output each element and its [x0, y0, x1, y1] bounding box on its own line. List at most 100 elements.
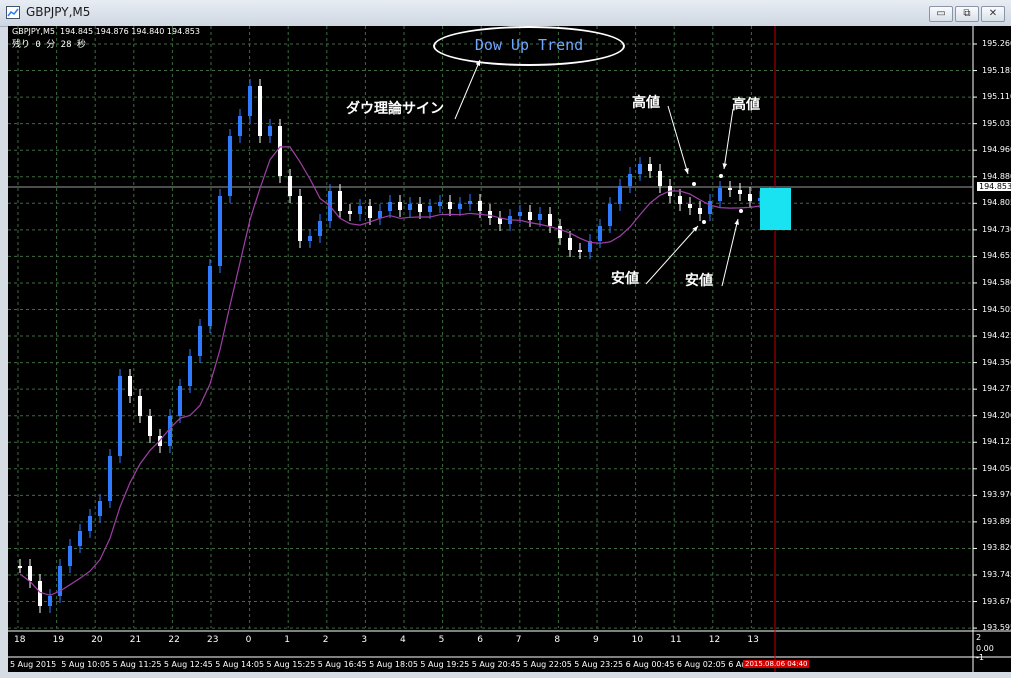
hour-label: 2 [322, 635, 329, 645]
candle-body [648, 164, 652, 171]
hour-label: 4 [400, 635, 406, 645]
swing-high-dot-2 [719, 174, 723, 178]
candle-body [278, 126, 282, 176]
price-axis-label: 195.035 [982, 118, 1011, 128]
candle-body [428, 206, 432, 212]
time-axis-label: 5 Aug 14:05 [215, 660, 265, 669]
price-axis-label: 194.425 [982, 331, 1011, 341]
candle-body [488, 211, 492, 218]
candle-body [98, 501, 102, 516]
candle-body [578, 250, 582, 252]
chart-window: GBPJPY,M5 ▭ ⧉ ✕ GBPJPY,M5 194.845 194.87… [0, 0, 1011, 678]
time-axis-label: 5 Aug 19:25 [420, 660, 470, 669]
swing-high-dot-1 [692, 182, 696, 186]
swing-high-label-1: 高値 [632, 95, 660, 111]
candle-body [498, 218, 502, 224]
time-axis-label: 5 Aug 10:05 [61, 660, 111, 669]
price-axis-label: 194.275 [982, 384, 1011, 394]
minimize-button[interactable]: ▭ [929, 6, 953, 22]
candle-body [308, 236, 312, 241]
price-axis-label: 194.730 [982, 224, 1011, 234]
candle-body [148, 416, 152, 436]
swing-high-label-2: 高値 [732, 97, 760, 113]
candle-body [298, 196, 302, 241]
high-2-arrow [723, 108, 734, 170]
current-price-tag: 194.853 [977, 182, 1011, 191]
candle-body [168, 416, 172, 446]
hour-label: 21 [129, 635, 142, 645]
candle-body [528, 212, 532, 220]
price-chart[interactable]: GBPJPY,M5 194.845 194.876 194.840 194.85… [8, 26, 1011, 672]
price-axis-label: 194.880 [982, 171, 1011, 181]
candle-body [208, 266, 212, 326]
candle-body [378, 211, 382, 218]
candle-body [438, 202, 442, 206]
swing-low-dot-2 [739, 209, 743, 213]
candle-body [658, 171, 662, 186]
moving-average-line [19, 146, 771, 596]
highlight-box [760, 188, 791, 230]
candle-body [178, 386, 182, 416]
hour-label: 11 [670, 635, 682, 645]
price-axis-label: 193.595 [982, 623, 1011, 633]
candle-body [608, 204, 612, 226]
price-axis-label: 194.505 [982, 304, 1011, 314]
candle-body [88, 516, 92, 531]
candle-body [48, 596, 52, 606]
swing-low-label-2: 安値 [685, 273, 713, 289]
candle-body [418, 204, 422, 212]
sub-axis-label-mid: 0.00 [976, 644, 994, 653]
time-axis-label: 5 Aug 23:25 [574, 660, 624, 669]
candle-body [598, 226, 602, 241]
candle-body [678, 196, 682, 204]
candle-body [68, 546, 72, 566]
time-axis-label: 6 Aug 02:05 [676, 660, 726, 669]
hour-label: 10 [631, 635, 644, 645]
hour-label: 1 [284, 635, 290, 645]
candle-body [468, 201, 472, 204]
candle-body [348, 211, 352, 214]
candle-body [258, 86, 262, 136]
hour-label: 20 [91, 635, 103, 645]
time-axis-label: 5 Aug 11:25 [112, 660, 162, 669]
high-2-arrow-head [722, 163, 728, 169]
candle-body [338, 191, 342, 211]
candle-body [218, 196, 222, 266]
hour-label: 23 [207, 635, 219, 645]
swing-low-dot-1 [702, 220, 706, 224]
hour-label: 8 [554, 635, 561, 645]
candle-body [628, 174, 632, 186]
window-titlebar[interactable]: GBPJPY,M5 ▭ ⧉ ✕ [0, 0, 1011, 27]
candle-body [728, 188, 732, 190]
candle-body [138, 396, 142, 416]
candle-body [268, 126, 272, 136]
candle-body [748, 194, 752, 201]
candle-body [618, 186, 622, 204]
candle-body [38, 581, 42, 606]
candle-body [568, 238, 572, 250]
candle-body [188, 356, 192, 386]
time-axis-label: 5 Aug 20:45 [471, 660, 521, 669]
candle-body [638, 164, 642, 174]
hour-label: 7 [515, 635, 522, 645]
hour-label: 18 [14, 635, 26, 645]
close-button[interactable]: ✕ [981, 6, 1005, 22]
price-axis-label: 194.050 [982, 463, 1011, 473]
price-axis-label: 193.670 [982, 596, 1011, 606]
candle-body [398, 202, 402, 210]
price-axis-label: 194.125 [982, 437, 1011, 447]
hour-label: 5 [438, 635, 445, 645]
hour-label: 13 [747, 635, 759, 645]
candle-body [738, 190, 742, 194]
candle-body [518, 212, 522, 216]
candle-body [358, 206, 362, 214]
time-axis-label: 5 Aug 15:25 [266, 660, 316, 669]
bar-countdown: 残り 0 分 28 秒 [12, 40, 86, 50]
sub-axis-label-top: 2 [976, 633, 982, 642]
dow-up-trend-label: Dow Up Trend [433, 26, 625, 66]
time-axis-label: 5 Aug 12:45 [163, 660, 213, 669]
window-title: GBPJPY,M5 [26, 5, 91, 19]
high-1-arrow-head [684, 168, 689, 174]
time-axis-label: 5 Aug 2015 [10, 660, 57, 669]
restore-button[interactable]: ⧉ [955, 6, 979, 22]
